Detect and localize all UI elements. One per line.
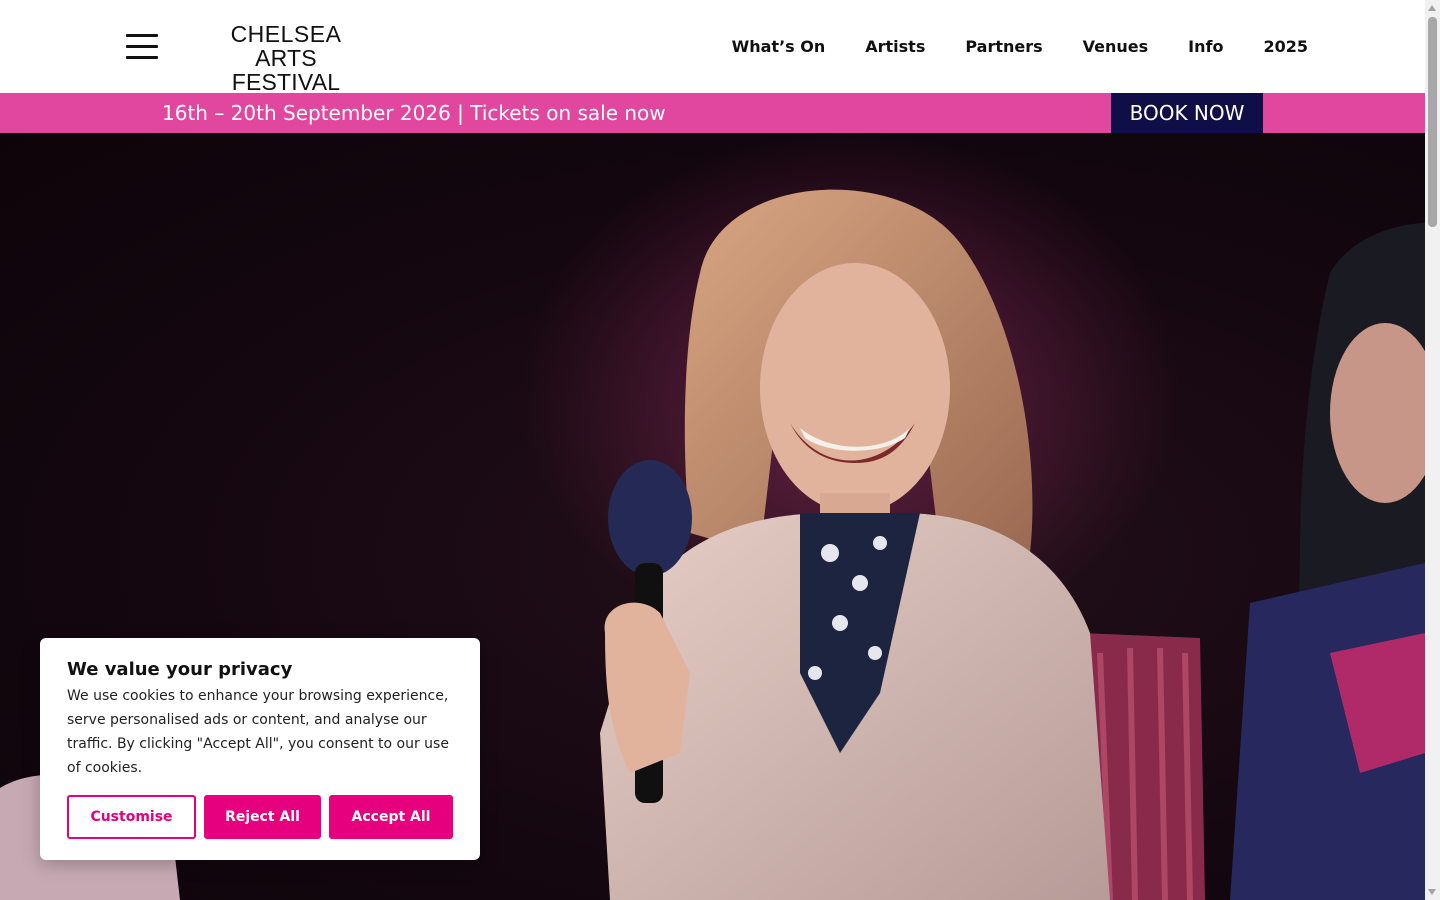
customise-button[interactable]: Customise bbox=[67, 795, 196, 839]
nav-item-artists[interactable]: Artists bbox=[865, 37, 925, 56]
scroll-up-arrow-icon[interactable] bbox=[1428, 5, 1436, 11]
book-now-button[interactable]: BOOK NOW bbox=[1111, 93, 1263, 133]
nav-item-venues[interactable]: Venues bbox=[1083, 37, 1149, 56]
nav-item-2025[interactable]: 2025 bbox=[1263, 37, 1308, 56]
menu-bar bbox=[126, 34, 158, 37]
cookie-body: We use cookies to enhance your browsing … bbox=[67, 688, 449, 776]
reject-all-button[interactable]: Reject All bbox=[204, 795, 321, 839]
announcement-banner: 16th – 20th September 2026 | Tickets on … bbox=[0, 93, 1425, 133]
logo-line-2: ARTS FESTIVAL bbox=[231, 45, 341, 95]
accept-all-button[interactable]: Accept All bbox=[329, 795, 453, 839]
banner-text: 16th – 20th September 2026 | Tickets on … bbox=[162, 101, 666, 125]
site-header: CHELSEA ARTS FESTIVAL What’s On Artists … bbox=[0, 0, 1425, 94]
nav-item-partners[interactable]: Partners bbox=[965, 37, 1042, 56]
nav-item-whats-on[interactable]: What’s On bbox=[732, 37, 826, 56]
cookie-title: We value your privacy bbox=[67, 659, 293, 680]
nav-item-info[interactable]: Info bbox=[1188, 37, 1223, 56]
menu-icon[interactable] bbox=[126, 34, 158, 60]
page-scrollbar[interactable] bbox=[1425, 0, 1440, 900]
logo-line-1: CHELSEA bbox=[230, 21, 342, 47]
menu-bar bbox=[126, 56, 158, 59]
menu-bar bbox=[126, 45, 158, 48]
cookie-consent-dialog: We value your privacy We use cookies to … bbox=[40, 638, 480, 860]
main-nav: What’s On Artists Partners Venues Info 2… bbox=[732, 37, 1308, 56]
scroll-thumb[interactable] bbox=[1428, 17, 1437, 227]
scroll-down-arrow-icon[interactable] bbox=[1428, 889, 1436, 895]
site-logo[interactable]: CHELSEA ARTS FESTIVAL bbox=[206, 22, 366, 94]
